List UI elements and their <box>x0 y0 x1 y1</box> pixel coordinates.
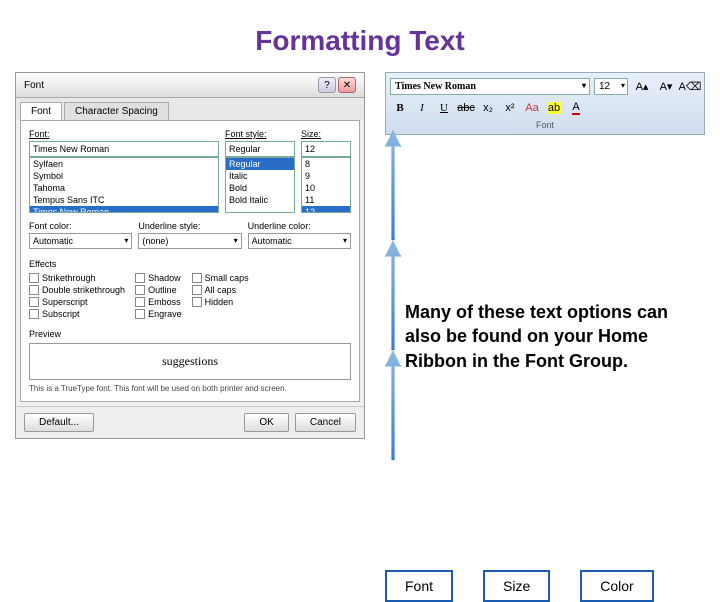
change-case-icon[interactable]: Aa <box>522 99 542 117</box>
list-item[interactable]: Sylfaen <box>30 158 218 170</box>
callout-arrow-font <box>385 130 401 240</box>
size-input[interactable] <box>301 141 351 157</box>
ucolor-select[interactable]: Automatic <box>248 233 351 249</box>
chk-double-strikethrough[interactable]: Double strikethrough <box>29 285 125 295</box>
help-button[interactable]: ? <box>318 77 336 93</box>
grow-font-icon[interactable]: A▴ <box>632 77 652 95</box>
list-item[interactable]: Regular <box>226 158 294 170</box>
list-item[interactable]: 9 <box>302 170 350 182</box>
list-item[interactable]: 8 <box>302 158 350 170</box>
chk-engrave[interactable]: Engrave <box>135 309 182 319</box>
list-item[interactable]: Bold Italic <box>226 194 294 206</box>
underline-label: Underline style: <box>138 221 241 231</box>
chk-strikethrough[interactable]: Strikethrough <box>29 273 125 283</box>
ribbon-font-dropdown[interactable]: Times New Roman <box>390 78 590 95</box>
dialog-title: Font <box>24 80 44 91</box>
callout-arrow-color <box>385 350 401 460</box>
fontcolor-select[interactable]: Automatic <box>29 233 132 249</box>
chk-all-caps[interactable]: All caps <box>192 285 249 295</box>
list-item[interactable]: Italic <box>226 170 294 182</box>
chk-outline[interactable]: Outline <box>135 285 182 295</box>
ucolor-label: Underline color: <box>248 221 351 231</box>
preview-box: suggestions <box>29 343 351 380</box>
preview-desc: This is a TrueType font. This font will … <box>29 384 351 393</box>
list-item[interactable]: Tahoma <box>30 182 218 194</box>
style-label: Font style: <box>225 129 295 139</box>
list-item[interactable]: Tempus Sans ITC <box>30 194 218 206</box>
cancel-button[interactable]: Cancel <box>295 413 356 432</box>
underline-select[interactable]: (none) <box>138 233 241 249</box>
font-color-icon[interactable]: A <box>566 99 586 117</box>
strikethrough-icon[interactable]: abc <box>456 99 476 117</box>
superscript-icon[interactable]: x² <box>500 99 520 117</box>
font-dialog: Font ? ✕ Font Character Spacing Font: Sy… <box>15 72 365 439</box>
list-item[interactable]: 11 <box>302 194 350 206</box>
ribbon-group-label: Font <box>390 120 700 130</box>
dialog-titlebar: Font ? ✕ <box>16 73 364 98</box>
ok-button[interactable]: OK <box>244 413 288 432</box>
chk-superscript[interactable]: Superscript <box>29 297 125 307</box>
list-item[interactable]: 12 <box>302 206 350 213</box>
effects-title: Effects <box>29 259 351 269</box>
italic-icon[interactable]: I <box>412 99 432 117</box>
chk-hidden[interactable]: Hidden <box>192 297 249 307</box>
list-item[interactable]: 10 <box>302 182 350 194</box>
list-item[interactable]: Symbol <box>30 170 218 182</box>
chk-subscript[interactable]: Subscript <box>29 309 125 319</box>
callout-label-color: Color <box>580 570 653 602</box>
body-text: Many of these text options can also be f… <box>385 300 705 373</box>
style-input[interactable] <box>225 141 295 157</box>
tab-character-spacing[interactable]: Character Spacing <box>64 102 169 120</box>
tab-font[interactable]: Font <box>20 102 62 120</box>
fontcolor-label: Font color: <box>29 221 132 231</box>
font-list[interactable]: Sylfaen Symbol Tahoma Tempus Sans ITC Ti… <box>29 157 219 213</box>
highlight-icon[interactable]: ab <box>544 99 564 117</box>
callout-label-size: Size <box>483 570 550 602</box>
preview-title: Preview <box>29 329 351 339</box>
page-title: Formatting Text <box>0 0 720 72</box>
chk-shadow[interactable]: Shadow <box>135 273 182 283</box>
font-input[interactable] <box>29 141 219 157</box>
ribbon-size-dropdown[interactable]: 12 <box>594 78 628 95</box>
default-button[interactable]: Default... <box>24 413 94 432</box>
close-button[interactable]: ✕ <box>338 77 356 93</box>
underline-icon[interactable]: U <box>434 99 454 117</box>
bold-icon[interactable]: B <box>390 99 410 117</box>
list-item[interactable]: Bold <box>226 182 294 194</box>
chk-small-caps[interactable]: Small caps <box>192 273 249 283</box>
style-list[interactable]: Regular Italic Bold Bold Italic <box>225 157 295 213</box>
shrink-font-icon[interactable]: A▾ <box>656 77 676 95</box>
clear-formatting-icon[interactable]: A⌫ <box>680 77 700 95</box>
size-label: Size: <box>301 129 351 139</box>
font-ribbon-group: Times New Roman 12 A▴ A▾ A⌫ B I U abc x₂… <box>385 72 705 135</box>
subscript-icon[interactable]: x₂ <box>478 99 498 117</box>
font-label: Font: <box>29 129 219 139</box>
chk-emboss[interactable]: Emboss <box>135 297 182 307</box>
callout-label-font: Font <box>385 570 453 602</box>
list-item[interactable]: Times New Roman <box>30 206 218 213</box>
size-list[interactable]: 8 9 10 11 12 <box>301 157 351 213</box>
